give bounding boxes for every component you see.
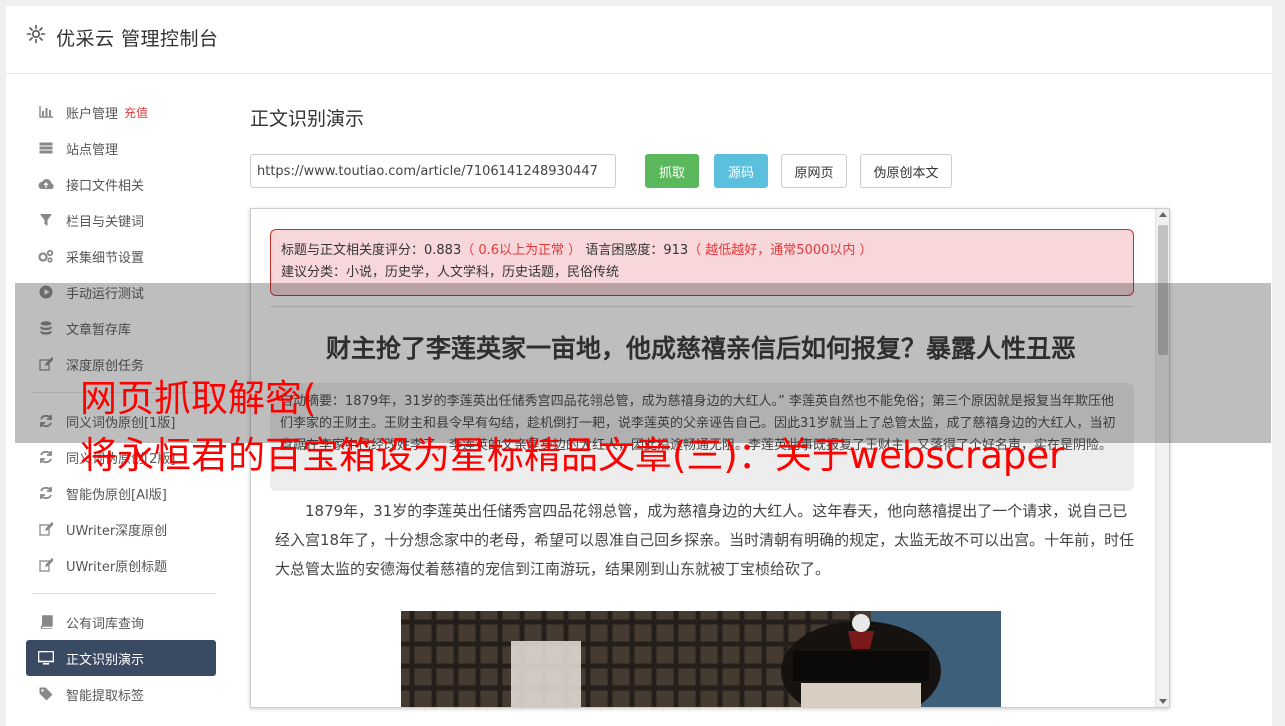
url-input[interactable]: [250, 154, 616, 188]
cloud-upload-icon: [38, 176, 54, 192]
sidebar-item-label: 正文识别演示: [66, 652, 145, 668]
sidebar-item-ai-pseudo[interactable]: 智能伪原创[AI版]: [26, 475, 216, 511]
book-icon: [38, 614, 54, 630]
sidebar-item-sites[interactable]: 站点管理: [26, 130, 216, 166]
score-label: 标题与正文相关度评分：0.883: [281, 243, 462, 258]
source-button[interactable]: 源码: [714, 154, 768, 188]
overlay-heading-line-2: 将永恒君的百宝箱设为星标精品文章(三)：关于webscraper: [80, 434, 1065, 477]
alert-line-1: 标题与正文相关度评分：0.883（ 0.6以上为正常 ） 语言困惑度：913（ …: [281, 240, 1123, 262]
sidebar-item-label: 采集细节设置: [66, 250, 145, 266]
sidebar-item-columns-keywords[interactable]: 栏目与关键词: [26, 202, 216, 238]
app-title: 优采云 管理控制台: [56, 28, 219, 50]
sidebar-item-label: UWriter原创标题: [66, 559, 168, 575]
edit-icon: [38, 521, 54, 537]
top-header: 优采云 管理控制台: [6, 6, 1272, 74]
perplexity-label: 语言困惑度：913: [585, 243, 689, 258]
category-suggestion: 建议分类：小说，历史学，人文学科，历史话题，民俗传统: [281, 265, 620, 280]
tag-icon: [38, 686, 54, 702]
sidebar-item-interface-files[interactable]: 接口文件相关: [26, 166, 216, 202]
sidebar-item-label: 接口文件相关: [66, 178, 145, 194]
article-paragraph: 1879年，31岁的李莲英出任储秀宫四品花翎总管，成为慈禧身边的大红人。这年春天…: [275, 502, 1135, 578]
content-area: 正文识别演示 抓取 源码 原网页 伪原创本文: [250, 104, 952, 188]
gear-icon[interactable]: [26, 24, 46, 44]
filter-icon: [38, 212, 54, 228]
refresh-icon: [38, 485, 54, 501]
edit-icon: [38, 557, 54, 573]
sidebar-divider: [32, 593, 216, 594]
sidebar-item-smart-tags[interactable]: 智能提取标签: [26, 676, 216, 712]
sidebar-item-label: 账户管理: [66, 106, 119, 122]
sidebar-item-label: 栏目与关键词: [66, 214, 145, 230]
toolbar: 抓取 源码 原网页 伪原创本文: [250, 154, 970, 190]
original-page-button[interactable]: 原网页: [781, 154, 847, 188]
sidebar-item-text-recognition[interactable]: 正文识别演示: [26, 640, 216, 676]
server-icon: [38, 140, 54, 156]
pseudo-original-button[interactable]: 伪原创本文: [860, 154, 952, 188]
bar-chart-icon: [38, 104, 54, 120]
sidebar-item-uwriter-deep[interactable]: UWriter深度原创: [26, 511, 216, 547]
article-image: [401, 611, 1001, 707]
sidebar-item-collect-settings[interactable]: 采集细节设置: [26, 238, 216, 274]
refresh-icon: [38, 449, 54, 465]
monitor-icon: [38, 650, 54, 666]
perplexity-note: （ 越低越好，通常5000以内 ）: [688, 243, 873, 258]
sidebar-item-uwriter-title[interactable]: UWriter原创标题: [26, 547, 216, 583]
sidebar-item-label: 智能提取标签: [66, 688, 145, 704]
recharge-badge[interactable]: 充值: [124, 104, 148, 121]
sidebar-item-label: 智能伪原创[AI版]: [66, 487, 167, 503]
grab-button[interactable]: 抓取: [645, 154, 699, 188]
page-title: 正文识别演示: [250, 108, 365, 130]
gears-icon: [38, 248, 54, 264]
sidebar-item-label: UWriter深度原创: [66, 523, 168, 539]
sidebar-item-public-lexicon[interactable]: 公有词库查询: [26, 604, 216, 640]
score-note: （ 0.6以上为正常 ）: [461, 243, 582, 258]
sidebar-item-label: 站点管理: [66, 142, 119, 158]
scroll-up-arrow-icon[interactable]: [1159, 212, 1167, 217]
sidebar-item-account[interactable]: 账户管理 充值: [26, 94, 216, 130]
sidebar-item-label: 公有词库查询: [66, 616, 145, 632]
scroll-down-arrow-icon[interactable]: [1159, 699, 1167, 704]
overlay-heading-line-1: 网页抓取解密(: [80, 377, 317, 420]
